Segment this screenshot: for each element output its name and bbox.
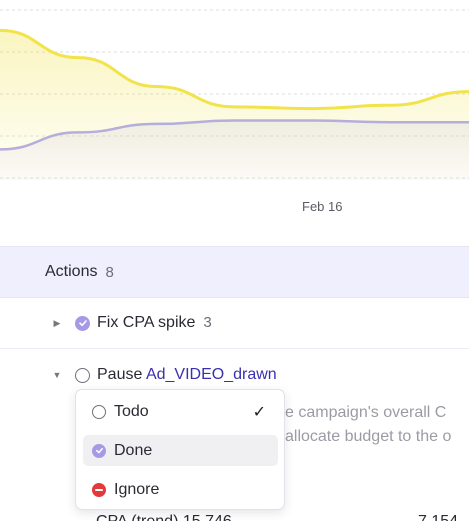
action-description-line-2: allocate budget to the o bbox=[285, 428, 452, 445]
action-description-line-1: e campaign's overall C bbox=[285, 404, 447, 421]
menu-option-label: Ignore bbox=[114, 480, 160, 498]
todo-circle-icon bbox=[92, 404, 106, 419]
cutoff-metric-value: 7 154 bbox=[418, 513, 458, 521]
actions-title: Actions bbox=[45, 263, 98, 280]
action-subcount: 3 bbox=[203, 314, 212, 331]
checkmark-icon: ✓ bbox=[252, 403, 266, 421]
todo-status-icon[interactable] bbox=[75, 367, 90, 383]
menu-option-ignore[interactable]: Ignore bbox=[83, 474, 278, 505]
done-check-icon bbox=[92, 443, 106, 458]
action-label: Fix CPA spike 3 bbox=[97, 314, 212, 332]
caret-down-icon[interactable]: ▼ bbox=[52, 370, 62, 380]
caret-right-icon[interactable]: ▶ bbox=[52, 318, 62, 328]
menu-option-label: Done bbox=[114, 441, 153, 459]
action-label: Pause Ad_VIDEO_drawn bbox=[97, 366, 277, 384]
menu-option-label: Todo bbox=[114, 402, 149, 420]
chart-svg bbox=[0, 9, 469, 181]
actions-header: Actions 8 bbox=[0, 246, 469, 298]
ignore-minus-icon bbox=[92, 482, 106, 497]
action-title: Fix CPA spike bbox=[97, 314, 196, 331]
action-row-fix-cpa[interactable]: ▶ Fix CPA spike 3 bbox=[0, 298, 469, 349]
x-tick-label: Feb 16 bbox=[302, 199, 343, 214]
page: Feb 16 Actions 8 ▶ Fix CPA spike 3 ▼ Paus… bbox=[0, 0, 469, 521]
menu-option-todo[interactable]: Todo ✓ bbox=[83, 396, 278, 427]
action-title-prefix: Pause bbox=[97, 366, 146, 383]
done-status-icon[interactable] bbox=[75, 315, 90, 331]
menu-option-done[interactable]: Done bbox=[83, 435, 278, 466]
status-dropdown-menu: Todo ✓ Done Ignore bbox=[75, 389, 285, 510]
trend-chart: Feb 16 bbox=[0, 0, 469, 245]
actions-count: 8 bbox=[105, 263, 114, 281]
cutoff-metric-text: CPA (trend) 15 746 bbox=[96, 513, 232, 521]
ad-link[interactable]: Ad_VIDEO_drawn bbox=[146, 366, 277, 383]
